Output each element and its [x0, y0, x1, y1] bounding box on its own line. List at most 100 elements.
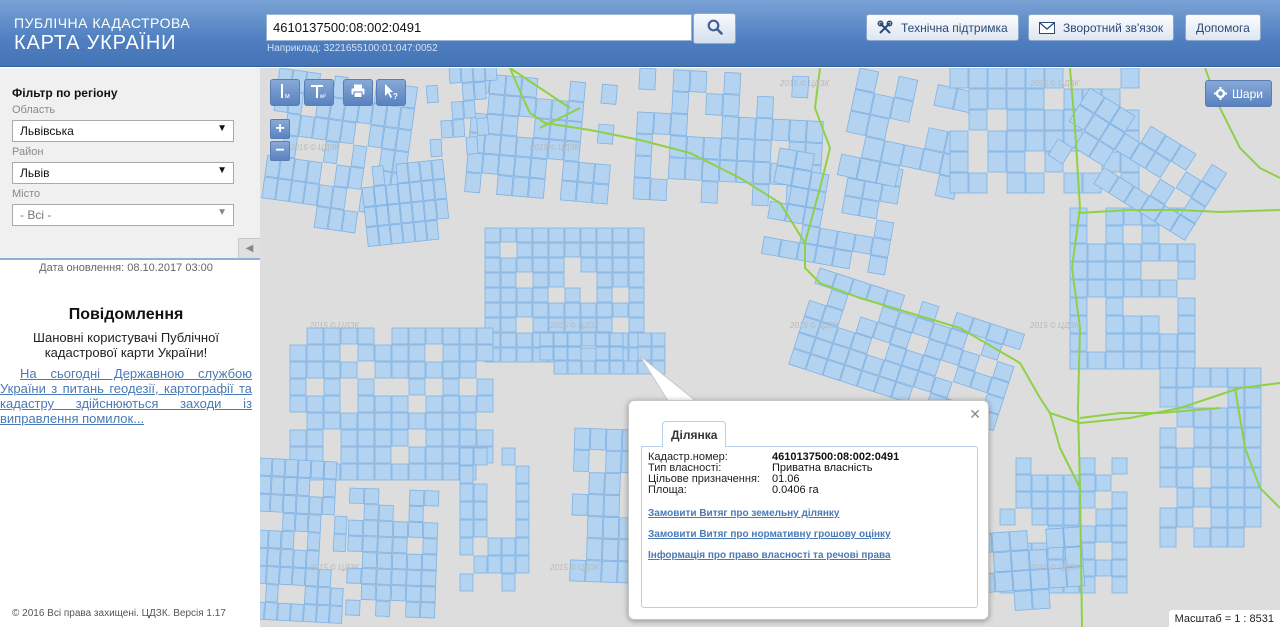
parcel: [322, 478, 337, 498]
oblast-select[interactable]: Львівська ▼: [12, 120, 234, 142]
measure-length-button[interactable]: м: [270, 79, 300, 106]
parcel: [1141, 279, 1160, 298]
parcel: [501, 573, 516, 592]
parcel: [1087, 279, 1106, 298]
help-button[interactable]: Допомога: [1185, 14, 1261, 41]
parcel: [1025, 109, 1045, 131]
print-button[interactable]: [343, 79, 373, 106]
site-logo[interactable]: ПУБЛІЧНА КАДАСТРОВА КАРТА УКРАЇНИ: [14, 16, 190, 53]
parcel: [628, 257, 645, 273]
parcel: [357, 412, 375, 430]
parcel: [633, 155, 652, 179]
close-icon[interactable]: ✕: [969, 406, 981, 423]
ownership-info-link[interactable]: Інформація про право власності та речові…: [648, 550, 971, 561]
parcel: [1210, 367, 1228, 388]
parcel: [373, 185, 388, 206]
parcel: [260, 493, 271, 512]
parcel: [473, 447, 488, 466]
parcel: [671, 91, 690, 114]
parcel: [548, 257, 565, 273]
identify-button[interactable]: ?: [376, 79, 406, 106]
parcel: [292, 549, 307, 568]
parcel: [581, 360, 596, 375]
watermark: 2015 © ЦДЗК: [529, 143, 580, 152]
parcel: [1079, 491, 1096, 509]
parcel: [1159, 367, 1177, 388]
parcel: [476, 378, 494, 396]
order-land-extract-link[interactable]: Замовити Витяг про земельну ділянку: [648, 508, 971, 519]
parcel: [377, 224, 392, 246]
feedback-button[interactable]: Зворотний зв'язок: [1028, 14, 1175, 41]
parcel: [340, 327, 358, 345]
parcel: [476, 395, 494, 413]
parcel: [1123, 261, 1142, 280]
parcel: [1123, 351, 1142, 370]
parcel: [1193, 427, 1211, 448]
tech-support-button[interactable]: Технічна підтримка: [866, 14, 1019, 41]
oblast-value: Львівська: [20, 124, 74, 138]
map-scale: Масштаб = 1 : 8531: [1168, 610, 1280, 627]
prop-key: Площа:: [648, 484, 687, 496]
news-link[interactable]: На сьогодні Державною службою України з …: [0, 366, 252, 426]
parcel: [431, 158, 445, 180]
print-icon: [350, 83, 366, 102]
parcel: [894, 75, 919, 102]
parcel: [425, 463, 443, 481]
parcel: [330, 186, 348, 210]
parcel: [1176, 367, 1194, 388]
parcel: [516, 332, 533, 348]
parcel: [949, 130, 969, 152]
collapse-sidebar-button[interactable]: ◀: [238, 238, 260, 258]
parcel: [290, 603, 304, 622]
rayon-select[interactable]: Львів ▼: [12, 162, 234, 184]
cadastral-search-input[interactable]: [266, 14, 692, 41]
parcel: [1015, 491, 1032, 509]
parcel: [323, 395, 341, 413]
zoom-out-button[interactable]: −: [270, 141, 290, 161]
parcel: [409, 489, 425, 506]
parcel: [586, 516, 604, 539]
parcel: [651, 332, 666, 347]
parcel: [459, 537, 474, 556]
order-valuation-extract-link[interactable]: Замовити Витяг про нормативну грошову оц…: [648, 529, 971, 540]
watermark: 2015 © ЦДЗК: [549, 563, 600, 572]
parcel: [484, 302, 501, 318]
watermark: 2015 © ЦДЗК: [1029, 321, 1080, 330]
parcel: [841, 195, 862, 217]
zoom-in-button[interactable]: +: [270, 119, 290, 139]
layers-button[interactable]: Шари: [1204, 80, 1272, 107]
measure-area-button[interactable]: м²: [304, 79, 334, 106]
parcel: [425, 327, 443, 345]
parcel: [357, 429, 375, 447]
parcel: [1063, 526, 1083, 548]
parcel: [1210, 487, 1228, 508]
parcel: [1105, 279, 1124, 298]
parcel: [281, 512, 296, 532]
parcel: [638, 68, 657, 91]
parcel: [1176, 487, 1194, 508]
parcel: [1227, 507, 1245, 528]
parcel: [580, 257, 597, 273]
parcel: [515, 555, 530, 574]
parcel: [609, 346, 624, 361]
parcel: [459, 447, 474, 466]
parcel: [1063, 508, 1080, 526]
watermark: 2015 © ЦДЗК: [1029, 79, 1080, 88]
map-canvas[interactable]: 2015 © ЦДЗК 2015 © ЦДЗК 2015 © ЦДЗК 2015 © …: [260, 68, 1280, 627]
parcel: [1244, 447, 1262, 468]
parcel: [291, 567, 306, 586]
parcel: [603, 494, 621, 518]
tab-parcel[interactable]: Ділянка: [662, 421, 727, 447]
parcel: [755, 117, 773, 141]
parcel: [771, 118, 790, 142]
parcel: [1141, 351, 1160, 370]
parcel: [357, 463, 375, 481]
parcel: [310, 460, 325, 479]
city-select[interactable]: - Всі - ▼: [12, 204, 234, 226]
parcel: [279, 566, 293, 586]
parcel: [442, 327, 460, 345]
parcel: [442, 378, 460, 396]
search-button[interactable]: [693, 13, 736, 44]
parcel: [340, 412, 358, 430]
parcel: [612, 272, 629, 288]
